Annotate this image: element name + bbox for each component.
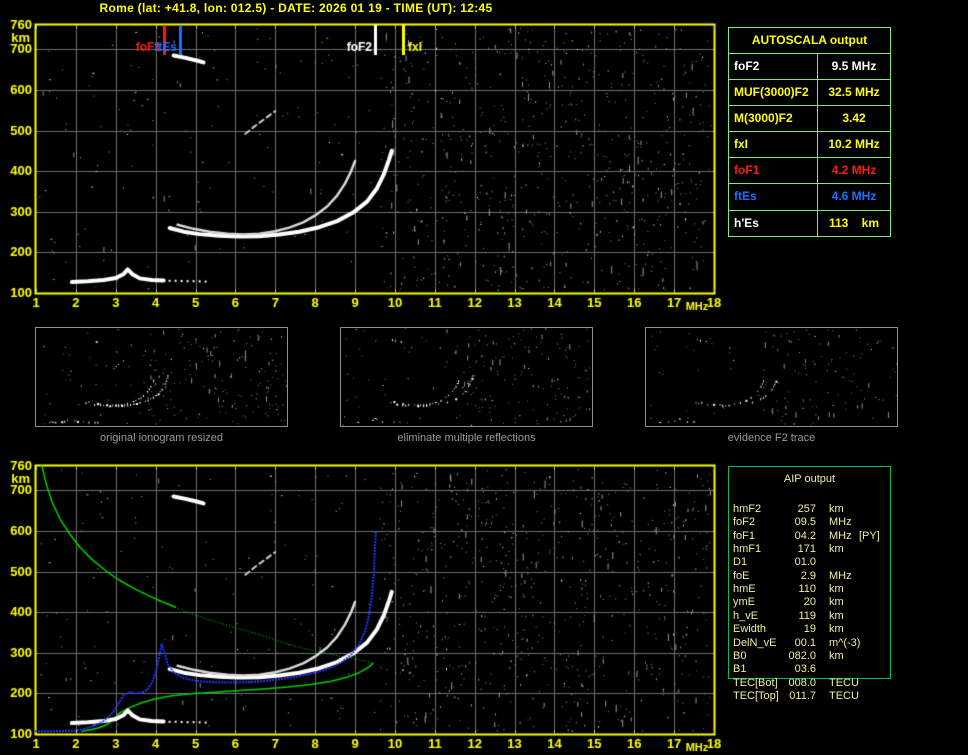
autoscala-row-hes: h'Es 113 km bbox=[729, 210, 890, 236]
aip-row-fof1: foF1 04.2 MHz [PY] bbox=[728, 530, 898, 543]
parameter-value: 2.9 bbox=[800, 569, 816, 582]
parameter-label: foF1 bbox=[729, 158, 818, 184]
aip-row-hmf1: hmF1 171 km bbox=[728, 543, 898, 556]
parameter-label: fxI bbox=[729, 132, 818, 158]
parameter-label: foF2 bbox=[729, 54, 818, 80]
parameter-flag: [PY] bbox=[859, 529, 880, 542]
parameter-label: ymE bbox=[733, 596, 755, 609]
thumbnail-caption-1: original ionogram resized bbox=[100, 432, 223, 444]
parameter-value: 32.5 MHz bbox=[828, 85, 880, 100]
aip-row-fof2: foF2 09.5 MHz bbox=[728, 516, 898, 529]
autoscala-row-fxi: fxI 10.2 MHz bbox=[729, 132, 890, 159]
parameter-unit: km bbox=[829, 609, 844, 622]
parameter-label: h_vE bbox=[733, 609, 759, 622]
parameter-unit: MHz bbox=[829, 516, 852, 529]
parameter-value: 19 bbox=[803, 623, 816, 636]
parameter-value: 110 bbox=[798, 583, 816, 596]
autoscala-output-table: AUTOSCALA output foF2 9.5 MHz MUF(3000)F2 3… bbox=[728, 27, 891, 237]
parameter-unit: TECU bbox=[829, 676, 859, 689]
thumbnail-evidence-f2-trace bbox=[645, 327, 898, 427]
parameter-value: 171 bbox=[797, 543, 816, 556]
parameter-value: 9.5 MHz bbox=[831, 59, 877, 73]
parameter-value: 119 bbox=[798, 609, 816, 622]
parameter-value: 00.1 bbox=[794, 636, 816, 649]
aip-row-hve: h_vE 119 km bbox=[728, 610, 898, 623]
parameter-label: hmE bbox=[733, 583, 756, 596]
thumbnail-eliminate-reflections bbox=[340, 327, 593, 427]
page-title: Rome (lat: +41.8, lon: 012.5) - DATE: 20… bbox=[99, 1, 493, 15]
parameter-value: 09.5 bbox=[794, 516, 816, 529]
aip-row-b0: B0 082.0 km bbox=[728, 650, 898, 663]
parameter-value: 082.0 bbox=[788, 649, 816, 662]
parameter-label: MUF(3000)F2 bbox=[729, 80, 818, 106]
parameter-unit: m^(-3) bbox=[829, 636, 861, 649]
parameter-label: foE bbox=[733, 569, 750, 582]
aip-row-ewidth: Ewidth 19 km bbox=[728, 623, 898, 636]
thumbnail-original-ionogram bbox=[35, 327, 288, 427]
parameter-value: 01.0 bbox=[794, 556, 816, 569]
autoscala-row-fof2: foF2 9.5 MHz bbox=[729, 54, 890, 81]
parameter-value: 10.2 MHz bbox=[828, 137, 880, 152]
parameter-unit: km bbox=[829, 543, 844, 556]
top-ionogram-plot bbox=[0, 18, 724, 314]
aip-row-b1: B1 03.6 bbox=[728, 663, 898, 676]
parameter-unit: MHz bbox=[829, 569, 852, 582]
aip-row-hmf2: hmF2 257 km bbox=[728, 503, 898, 516]
parameter-label: ftEs bbox=[729, 184, 818, 210]
parameter-value: 008.0 bbox=[788, 676, 816, 689]
aip-row-foe: foE 2.9 MHz bbox=[728, 570, 898, 583]
bottom-profile-plot bbox=[0, 458, 724, 755]
parameter-unit: MHz bbox=[829, 529, 852, 542]
parameter-label: B1 bbox=[733, 663, 747, 676]
parameter-unit: km bbox=[829, 583, 844, 596]
aip-row-yme: ymE 20 km bbox=[728, 596, 898, 609]
parameter-unit: km bbox=[829, 503, 844, 515]
parameter-value: 257 bbox=[797, 503, 816, 515]
autoscala-row-fof1: foF1 4.2 MHz bbox=[729, 158, 890, 185]
parameter-value: 20 bbox=[803, 596, 816, 609]
parameter-label: M(3000)F2 bbox=[729, 106, 818, 132]
aip-row-delnve: DelN_vE 00.1 m^(-3) bbox=[728, 637, 898, 650]
parameter-value: 4.6 MHz bbox=[831, 189, 877, 204]
parameter-unit: km bbox=[829, 596, 844, 609]
parameter-unit: km bbox=[829, 649, 844, 662]
parameter-label: h'Es bbox=[729, 210, 818, 236]
autoscala-row-m3000f2: M(3000)F2 3.42 bbox=[729, 106, 890, 133]
autoscala-table-header: AUTOSCALA output bbox=[729, 28, 890, 54]
parameter-value: 3.42 bbox=[842, 111, 866, 126]
thumbnail-caption-2: eliminate multiple reflections bbox=[397, 432, 536, 444]
autoscala-table-rows: foF2 9.5 MHz MUF(3000)F2 32.5 MHz M(3000)F2 3… bbox=[729, 54, 890, 236]
autoscala-row-ftes: ftEs 4.6 MHz bbox=[729, 184, 890, 211]
thumbnail-caption-3: evidence F2 trace bbox=[727, 432, 816, 444]
autoscala-row-muf3000f2: MUF(3000)F2 32.5 MHz bbox=[729, 80, 890, 107]
parameter-label: foF2 bbox=[733, 516, 756, 529]
parameter-label: D1 bbox=[733, 556, 748, 569]
parameter-unit: km bbox=[829, 623, 844, 636]
parameter-label: foF1 bbox=[733, 529, 756, 542]
aip-table-rows: hmF2 257 km foF2 09.5 MHz foF1 04.2 MHz [PY] hmF1 1… bbox=[728, 466, 898, 711]
parameter-value: 011.7 bbox=[789, 689, 816, 702]
aip-row-d1: D1 01.0 bbox=[728, 556, 898, 569]
parameter-value: 04.2 bbox=[794, 529, 816, 542]
parameter-value: 03.6 bbox=[794, 663, 816, 676]
parameter-value: 4.2 MHz bbox=[831, 163, 877, 178]
aip-row-tectop: TEC[Top] 011.7 TECU bbox=[728, 690, 898, 703]
parameter-label: B0 bbox=[733, 649, 747, 662]
aip-row-tecbot: TEC[Bot] 008.0 TECU bbox=[728, 677, 898, 690]
parameter-value: 113 km bbox=[828, 215, 880, 230]
parameter-unit: TECU bbox=[829, 689, 859, 702]
aip-row-hme: hmE 110 km bbox=[728, 583, 898, 596]
